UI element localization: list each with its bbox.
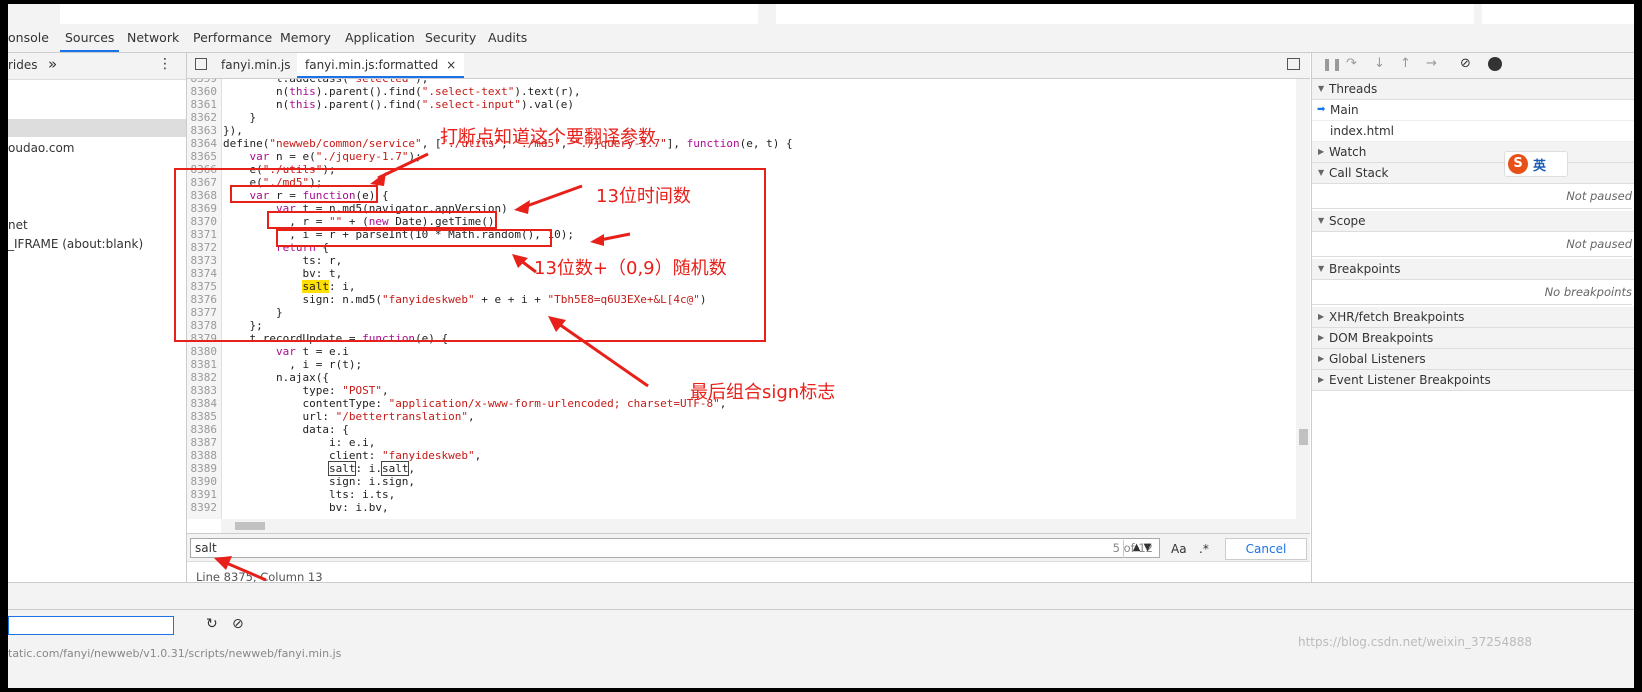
arrow-head [548, 316, 566, 332]
arrow-head [370, 172, 386, 186]
devtools-window: onsole Sources Network Performance Memor… [8, 4, 1634, 688]
arrow-head [514, 200, 530, 214]
arrow-head [590, 234, 604, 246]
annotation-arrows [214, 152, 649, 582]
arrow-line [523, 184, 583, 209]
arrow-line [555, 320, 649, 388]
arrow-line [599, 232, 631, 242]
arrow-line [223, 560, 267, 582]
